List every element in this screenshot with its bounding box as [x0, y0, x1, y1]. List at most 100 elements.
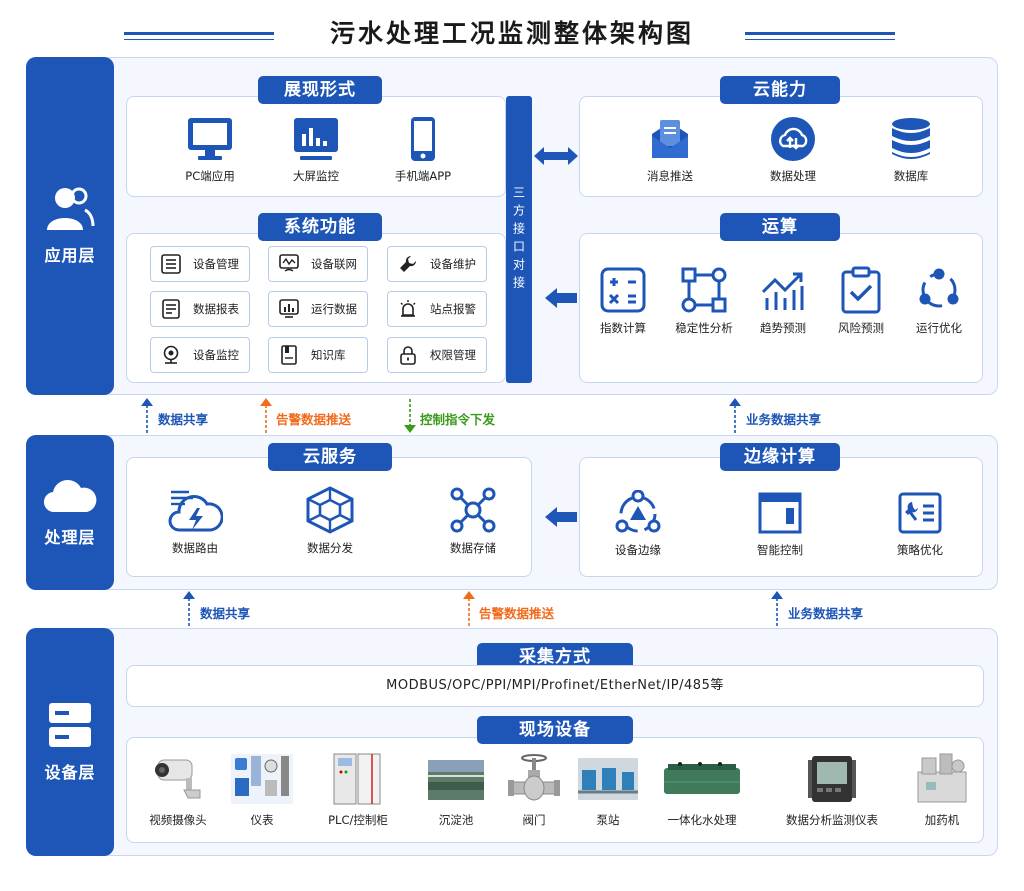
cloud-service-distribution[interactable]: 数据分发	[290, 486, 370, 556]
calc-item-label: 稳定性分析	[675, 321, 733, 335]
func-device-maintenance[interactable]: 设备维护	[387, 246, 487, 282]
display-item-label: 手机端APP	[394, 169, 452, 183]
hexagon-network-icon	[306, 486, 354, 534]
edge-item-strategy[interactable]: 策略优化	[880, 490, 960, 558]
camera-icon	[163, 345, 179, 364]
edge-item-control[interactable]: 智能控制	[740, 490, 820, 558]
cloud-item-database[interactable]: 数据库	[871, 116, 951, 184]
field-item-instruments[interactable]: 仪表	[224, 752, 300, 828]
func-label: 设备维护	[430, 257, 476, 271]
display-item-pc[interactable]: PC端应用	[170, 116, 250, 184]
flow-label-alarm-push: 告警数据推送	[276, 412, 352, 427]
func-label: 数据报表	[193, 302, 239, 316]
dashboard-screen-icon	[294, 118, 338, 160]
calc-item-label: 风险预测	[838, 321, 884, 335]
nodes-square-icon	[681, 267, 727, 313]
calc-item-trend[interactable]: 趋势预测	[752, 266, 814, 336]
calc-item-index[interactable]: 指数计算	[592, 266, 654, 336]
arrow-left-icon	[545, 507, 577, 527]
func-label: 设备监控	[193, 348, 239, 362]
cloud-service-storage[interactable]: 数据存储	[433, 486, 513, 556]
edge-item-device[interactable]: 设备边缘	[598, 490, 678, 558]
flow-label-data-share: 数据共享	[200, 606, 251, 621]
control-cabinet-icon	[333, 753, 381, 805]
cctv-camera-icon	[155, 759, 201, 799]
pump-station-icon	[578, 758, 638, 800]
cloud-service-routing[interactable]: 数据路由	[155, 486, 235, 556]
field-item-dosing[interactable]: 加药机	[906, 752, 978, 828]
alarm-icon	[400, 300, 416, 317]
edge-item-label: 智能控制	[757, 543, 803, 557]
cloud-item-label: 数据处理	[770, 169, 816, 183]
edge-item-label: 设备边缘	[615, 543, 661, 557]
list-icon	[161, 254, 181, 274]
cloud-item-label: 消息推送	[647, 169, 693, 183]
field-item-water-unit[interactable]: 一体化水处理	[654, 752, 750, 828]
book-icon	[281, 345, 297, 365]
flow-arrow-up-icon	[260, 398, 272, 433]
func-label: 站点报警	[430, 302, 476, 316]
title-decor-left-thin	[124, 39, 274, 40]
display-item-bigscreen[interactable]: 大屏监控	[276, 116, 356, 184]
flow-label-alarm-push: 告警数据推送	[479, 606, 555, 621]
molecule-icon	[450, 487, 496, 533]
cloud-service-label: 数据存储	[450, 541, 496, 555]
flow-arrow-down-icon	[404, 399, 416, 433]
field-item-pump[interactable]: 泵站	[572, 752, 644, 828]
display-item-label: PC端应用	[185, 169, 235, 183]
display-tab: 展现形式	[258, 76, 382, 104]
protocol-list: MODBUS/OPC/PPI/MPI/Profinet/EtherNet/IP/…	[126, 665, 984, 707]
third-party-interface-bar: 三方接口对接	[506, 96, 532, 383]
app-layer-side: 应用层	[26, 57, 114, 395]
device-layer-side: 设备层	[26, 628, 114, 856]
func-run-data[interactable]: 运行数据	[268, 291, 368, 327]
process-layer-side: 处理层	[26, 435, 114, 590]
calc-item-label: 趋势预测	[760, 321, 806, 335]
field-item-label: 沉淀池	[438, 813, 474, 827]
field-item-label: 视频摄像头	[149, 813, 207, 827]
sedimentation-tank-icon	[428, 760, 484, 800]
calculator-icon	[600, 267, 646, 313]
calc-item-label: 指数计算	[600, 321, 646, 335]
func-device-monitor[interactable]: 设备监控	[150, 337, 250, 373]
monitor-icon	[188, 118, 232, 160]
flow-arrow-up-icon	[463, 591, 475, 626]
display-item-mobile[interactable]: 手机端APP	[383, 116, 463, 184]
func-knowledge-base[interactable]: 知识库	[268, 337, 368, 373]
power-meter-icon	[808, 756, 856, 802]
field-item-sedimentation[interactable]: 沉淀池	[418, 752, 494, 828]
field-item-plc[interactable]: PLC/控制柜	[316, 752, 400, 828]
mobile-phone-icon	[411, 117, 435, 161]
database-icon	[892, 118, 930, 159]
field-item-valve[interactable]: 阀门	[502, 752, 566, 828]
func-device-management[interactable]: 设备管理	[150, 246, 250, 282]
func-data-report[interactable]: 数据报表	[150, 291, 250, 327]
flow-label-control-cmd: 控制指令下发	[420, 412, 496, 427]
edge-computing-tab: 边缘计算	[720, 443, 840, 471]
cloud-item-message[interactable]: 消息推送	[630, 116, 710, 184]
field-item-label: PLC/控制柜	[328, 813, 388, 827]
functions-tab: 系统功能	[258, 213, 382, 241]
calc-item-stability[interactable]: 稳定性分析	[668, 266, 740, 336]
computation-tab: 运算	[720, 213, 840, 241]
title-decor-right-thin	[745, 39, 895, 40]
field-item-cctv[interactable]: 视频摄像头	[140, 752, 216, 828]
calc-item-risk[interactable]: 风险预测	[830, 266, 892, 336]
bidirectional-arrow-icon	[534, 147, 578, 165]
field-item-label: 仪表	[250, 813, 274, 827]
display-item-label: 大屏监控	[293, 169, 339, 183]
calc-item-optimize[interactable]: 运行优化	[908, 266, 970, 336]
flow-arrow-up-icon	[183, 591, 195, 626]
water-treatment-unit-icon	[664, 762, 740, 794]
func-permission[interactable]: 权限管理	[387, 337, 487, 373]
field-devices-tab: 现场设备	[477, 716, 633, 744]
cloud-item-label: 数据库	[893, 169, 929, 183]
func-device-network[interactable]: 设备联网	[268, 246, 368, 282]
func-site-alarm[interactable]: 站点报警	[387, 291, 487, 327]
dosing-machine-icon	[917, 753, 967, 803]
field-item-meter[interactable]: 数据分析监测仪表	[778, 752, 886, 828]
cloud-service-tab: 云服务	[268, 443, 392, 471]
valve-icon	[508, 754, 560, 801]
lock-icon	[400, 346, 416, 365]
cloud-item-processing[interactable]: 数据处理	[753, 116, 833, 184]
